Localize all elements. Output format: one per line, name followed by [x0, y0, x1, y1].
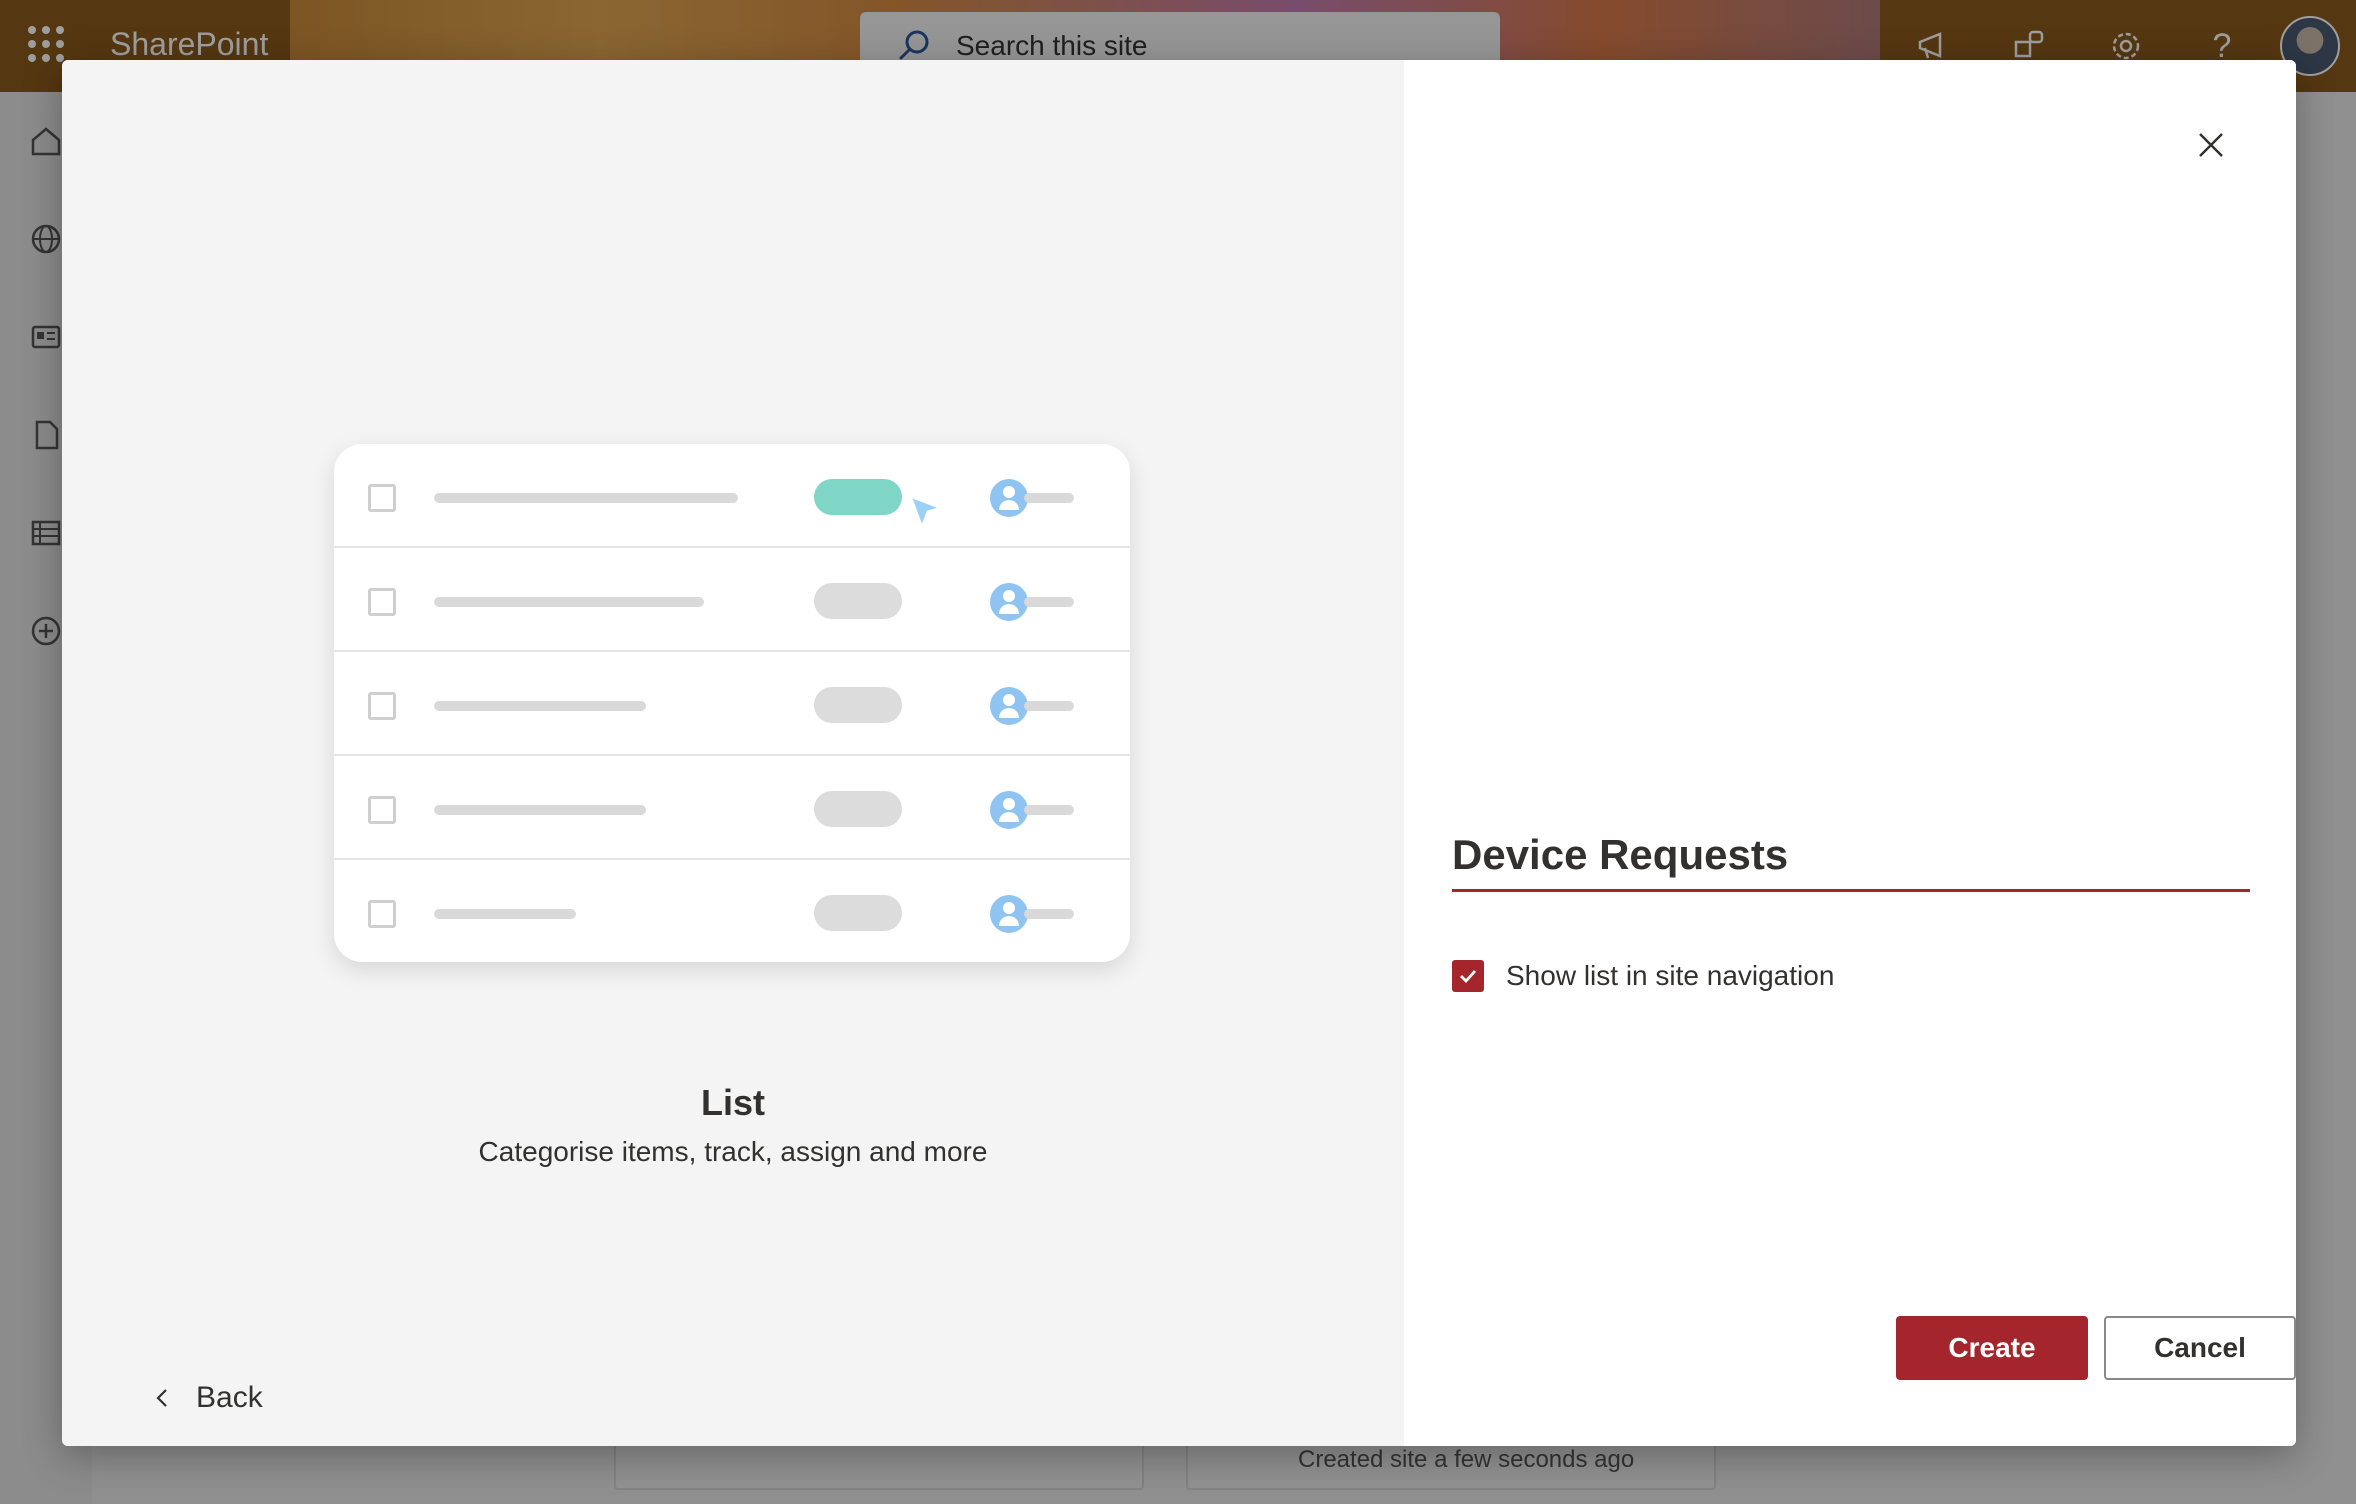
person-icon — [990, 687, 1028, 725]
status-pill — [814, 583, 902, 619]
cancel-button[interactable]: Cancel — [2104, 1316, 2296, 1380]
person-icon — [990, 479, 1028, 517]
person-icon — [990, 895, 1028, 933]
checkbox-shape — [368, 900, 396, 928]
back-button[interactable]: Back — [152, 1376, 263, 1420]
list-name-input[interactable] — [1452, 820, 2250, 892]
checkbox-shape — [368, 796, 396, 824]
create-button[interactable]: Create — [1896, 1316, 2088, 1380]
illustration-row — [334, 548, 1130, 652]
show-in-navigation-checkbox[interactable]: Show list in site navigation — [1452, 960, 1834, 992]
status-pill — [814, 791, 902, 827]
checkbox[interactable] — [1452, 960, 1484, 992]
status-pill — [814, 687, 902, 723]
checkmark-icon — [1460, 970, 1477, 984]
template-preview-pane: List Categorise items, track, assign and… — [62, 60, 1404, 1446]
illustration-row — [334, 860, 1130, 962]
chevron-left-icon — [156, 1389, 167, 1407]
checkbox-shape — [368, 484, 396, 512]
template-description: Categorise items, track, assign and more — [478, 1136, 988, 1167]
list-settings-pane: Show list in site navigation Create Canc… — [1404, 60, 2296, 1446]
illustration-row — [334, 444, 1130, 548]
status-pill — [814, 895, 902, 931]
close-icon — [2199, 133, 2223, 157]
checkbox-shape — [368, 588, 396, 616]
show-in-navigation-label: Show list in site navigation — [1506, 960, 1835, 991]
illustration-row — [334, 756, 1130, 860]
template-title: List — [700, 1082, 765, 1123]
close-button[interactable] — [2186, 120, 2236, 170]
status-pill — [814, 479, 902, 515]
back-label: Back — [196, 1381, 263, 1414]
cursor-icon — [908, 494, 944, 530]
checkbox-shape — [368, 692, 396, 720]
person-icon — [990, 583, 1028, 621]
illustration-row — [334, 652, 1130, 756]
create-list-dialog: List Categorise items, track, assign and… — [62, 60, 2296, 1446]
list-illustration — [334, 444, 1130, 962]
person-icon — [990, 791, 1028, 829]
